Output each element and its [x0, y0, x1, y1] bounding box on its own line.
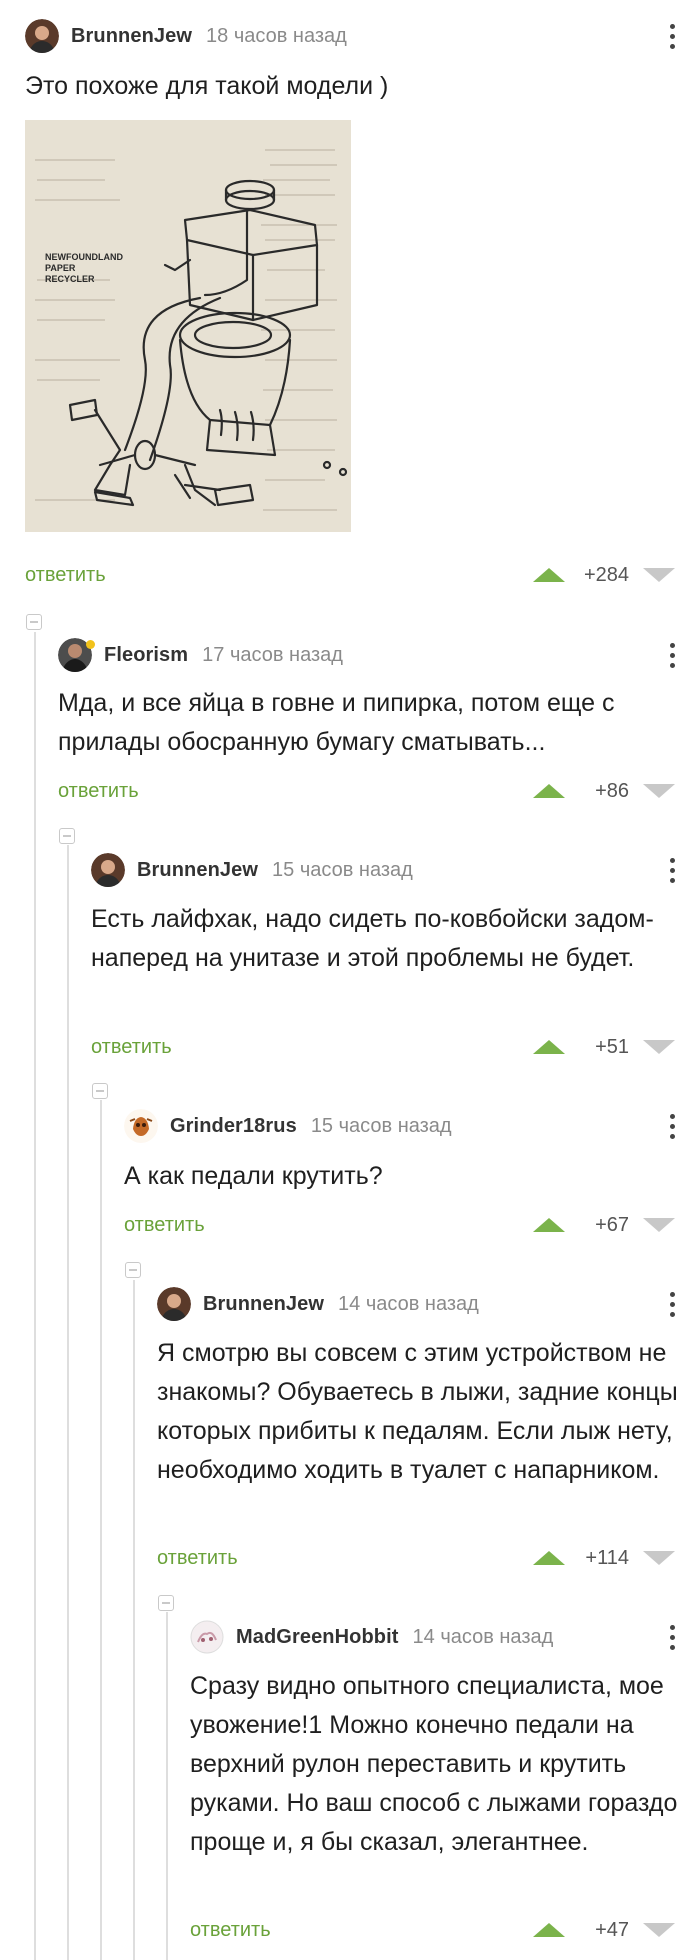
comment-header: Fleorism 17 часов назад: [58, 637, 343, 673]
collapse-thread-button[interactable]: [92, 1083, 108, 1099]
comment-header: BrunnenJew 15 часов назад: [91, 852, 413, 888]
thread-line: [34, 632, 36, 1960]
comment-text: Мда, и все яйца в говне и пипирка, потом…: [58, 689, 615, 756]
reply-button[interactable]: ответить: [91, 1036, 172, 1059]
avatar[interactable]: [25, 19, 59, 53]
reply-button[interactable]: ответить: [124, 1214, 205, 1237]
downvote-icon[interactable]: [643, 568, 675, 582]
more-options-icon[interactable]: [662, 18, 682, 54]
timestamp[interactable]: 17 часов назад: [202, 644, 343, 667]
comment-text: Есть лайфхак, надо сидеть по-ковбойски з…: [91, 905, 654, 972]
avatar[interactable]: [157, 1287, 191, 1321]
more-options-icon[interactable]: [662, 1108, 682, 1144]
reply-button[interactable]: ответить: [157, 1547, 238, 1570]
author-name[interactable]: BrunnenJew: [203, 1293, 324, 1316]
timestamp[interactable]: 18 часов назад: [206, 25, 347, 48]
comment-footer: ответить +86: [58, 774, 675, 808]
downvote-icon[interactable]: [643, 1551, 675, 1565]
downvote-icon[interactable]: [643, 1923, 675, 1937]
toilet-drawing-image: NEWFOUNDLAND PAPER RECYCLER: [25, 120, 351, 532]
comment-header: BrunnenJew 14 часов назад: [157, 1286, 479, 1322]
vote-score: +86: [595, 779, 629, 802]
timestamp[interactable]: 15 часов назад: [311, 1115, 452, 1138]
collapse-thread-button[interactable]: [59, 828, 75, 844]
timestamp[interactable]: 15 часов назад: [272, 859, 413, 882]
comment-text: Это похоже для такой модели ): [25, 72, 389, 100]
comment-text: А как педали крутить?: [124, 1162, 383, 1190]
thread-line: [133, 1280, 135, 1960]
downvote-icon[interactable]: [643, 1040, 675, 1054]
vote-controls: +284: [533, 558, 675, 592]
comment-header: BrunnenJew 18 часов назад: [25, 18, 347, 54]
image-label-2: PAPER: [45, 263, 76, 273]
image-label-3: RECYCLER: [45, 274, 95, 284]
comment-footer: ответить +114: [157, 1541, 675, 1575]
avatar[interactable]: [124, 1109, 158, 1143]
reply-button[interactable]: ответить: [58, 780, 139, 803]
comment-text: Сразу видно опытного специалиста, мое ув…: [190, 1672, 678, 1856]
vote-controls: +114: [533, 1541, 675, 1575]
avatar[interactable]: [91, 853, 125, 887]
reply-button[interactable]: ответить: [25, 564, 106, 587]
vote-score: +284: [583, 563, 629, 586]
vote-controls: +47: [533, 1913, 675, 1947]
timestamp[interactable]: 14 часов назад: [338, 1293, 479, 1316]
comment-footer: ответить +51: [91, 1030, 675, 1064]
upvote-icon[interactable]: [533, 568, 565, 582]
thread-line: [166, 1612, 168, 1960]
collapse-thread-button[interactable]: [26, 614, 42, 630]
comment-footer: ответить +284: [25, 558, 675, 592]
image-label-1: NEWFOUNDLAND: [45, 252, 123, 262]
author-name[interactable]: BrunnenJew: [71, 25, 192, 48]
more-options-icon[interactable]: [662, 852, 682, 888]
comment-header: MadGreenHobbit 14 часов назад: [190, 1619, 553, 1655]
comment-image[interactable]: NEWFOUNDLAND PAPER RECYCLER: [25, 120, 351, 532]
downvote-icon[interactable]: [643, 784, 675, 798]
downvote-icon[interactable]: [643, 1218, 675, 1232]
upvote-icon[interactable]: [533, 1923, 565, 1937]
vote-controls: +67: [533, 1208, 675, 1242]
vote-score: +67: [595, 1213, 629, 1236]
comment-footer: ответить +47: [190, 1913, 675, 1947]
vote-controls: +51: [533, 1030, 675, 1064]
collapse-thread-button[interactable]: [125, 1262, 141, 1278]
vote-score: +47: [595, 1918, 629, 1941]
timestamp[interactable]: 14 часов назад: [413, 1626, 554, 1649]
reply-button[interactable]: ответить: [190, 1919, 271, 1942]
vote-controls: +86: [533, 774, 675, 808]
vote-score: +114: [585, 1546, 629, 1569]
online-badge: [86, 640, 95, 649]
upvote-icon[interactable]: [533, 1218, 565, 1232]
author-name[interactable]: Fleorism: [104, 644, 188, 667]
more-options-icon[interactable]: [662, 1286, 682, 1322]
upvote-icon[interactable]: [533, 784, 565, 798]
vote-score: +51: [595, 1035, 629, 1058]
more-options-icon[interactable]: [662, 1619, 682, 1655]
avatar[interactable]: [190, 1620, 224, 1654]
author-name[interactable]: Grinder18rus: [170, 1115, 297, 1138]
comment-text: Я смотрю вы совсем с этим устройством не…: [157, 1339, 678, 1484]
collapse-thread-button[interactable]: [158, 1595, 174, 1611]
comment-header: Grinder18rus 15 часов назад: [124, 1108, 452, 1144]
thread-line: [100, 1100, 102, 1960]
upvote-icon[interactable]: [533, 1551, 565, 1565]
author-name[interactable]: MadGreenHobbit: [236, 1626, 399, 1649]
upvote-icon[interactable]: [533, 1040, 565, 1054]
author-name[interactable]: BrunnenJew: [137, 859, 258, 882]
thread-line: [67, 845, 69, 1960]
more-options-icon[interactable]: [662, 637, 682, 673]
comment-footer: ответить +67: [124, 1208, 675, 1242]
